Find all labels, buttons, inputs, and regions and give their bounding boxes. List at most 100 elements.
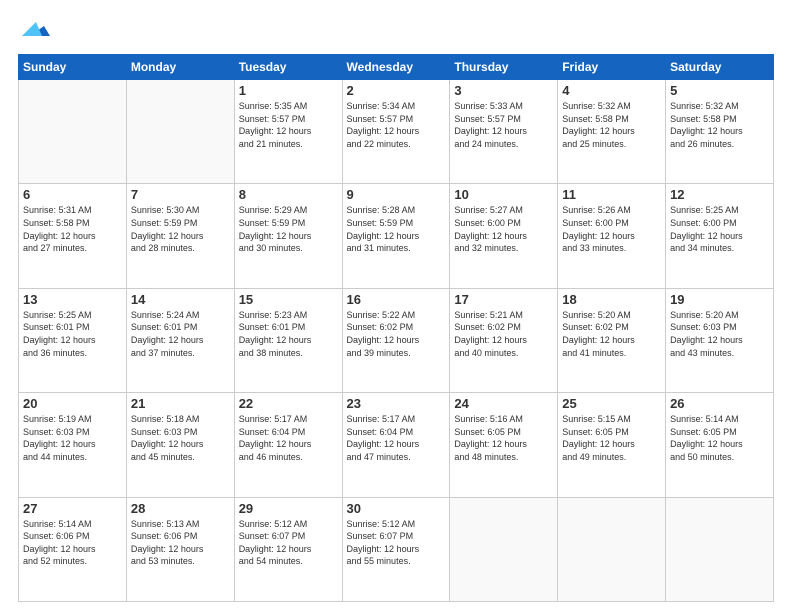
day-info: Sunrise: 5:14 AM Sunset: 6:06 PM Dayligh… [23, 518, 122, 568]
calendar-table: Sunday Monday Tuesday Wednesday Thursday… [18, 54, 774, 602]
calendar-cell: 22 Sunrise: 5:17 AM Sunset: 6:04 PM Dayli… [234, 393, 342, 497]
day-number: 23 [347, 396, 446, 411]
day-info: Sunrise: 5:12 AM Sunset: 6:07 PM Dayligh… [347, 518, 446, 568]
day-info: Sunrise: 5:14 AM Sunset: 6:05 PM Dayligh… [670, 413, 769, 463]
calendar-header-row: Sunday Monday Tuesday Wednesday Thursday… [19, 55, 774, 80]
day-number: 4 [562, 83, 661, 98]
day-number: 5 [670, 83, 769, 98]
day-number: 27 [23, 501, 122, 516]
day-number: 26 [670, 396, 769, 411]
col-sunday: Sunday [19, 55, 127, 80]
calendar-cell: 29 Sunrise: 5:12 AM Sunset: 6:07 PM Dayli… [234, 497, 342, 601]
day-info: Sunrise: 5:13 AM Sunset: 6:06 PM Dayligh… [131, 518, 230, 568]
calendar-cell: 19 Sunrise: 5:20 AM Sunset: 6:03 PM Dayli… [666, 288, 774, 392]
calendar-cell: 21Sunrise: 5:18 AM Sunset: 6:03 PM Dayli… [126, 393, 234, 497]
day-number: 18 [562, 292, 661, 307]
day-number: 29 [239, 501, 338, 516]
day-info: Sunrise: 5:20 AM Sunset: 6:03 PM Dayligh… [670, 309, 769, 359]
calendar-cell: 25 Sunrise: 5:15 AM Sunset: 6:05 PM Dayli… [558, 393, 666, 497]
calendar-week-row-1: 1Sunrise: 5:35 AM Sunset: 5:57 PM Daylig… [19, 80, 774, 184]
calendar-cell: 10 Sunrise: 5:27 AM Sunset: 6:00 PM Dayli… [450, 184, 558, 288]
day-number: 30 [347, 501, 446, 516]
day-number: 17 [454, 292, 553, 307]
calendar-cell: 16 Sunrise: 5:22 AM Sunset: 6:02 PM Dayli… [342, 288, 450, 392]
day-info: Sunrise: 5:17 AM Sunset: 6:04 PM Dayligh… [347, 413, 446, 463]
day-number: 7 [131, 187, 230, 202]
day-info: Sunrise: 5:25 AM Sunset: 6:00 PM Dayligh… [670, 204, 769, 254]
day-info: Sunrise: 5:23 AM Sunset: 6:01 PM Dayligh… [239, 309, 338, 359]
calendar-cell: 30 Sunrise: 5:12 AM Sunset: 6:07 PM Dayli… [342, 497, 450, 601]
calendar-cell: 11Sunrise: 5:26 AM Sunset: 6:00 PM Dayli… [558, 184, 666, 288]
calendar-cell [450, 497, 558, 601]
calendar-week-row-2: 6 Sunrise: 5:31 AM Sunset: 5:58 PM Daylig… [19, 184, 774, 288]
calendar-cell: 1Sunrise: 5:35 AM Sunset: 5:57 PM Daylig… [234, 80, 342, 184]
calendar-cell: 15Sunrise: 5:23 AM Sunset: 6:01 PM Dayli… [234, 288, 342, 392]
day-info: Sunrise: 5:25 AM Sunset: 6:01 PM Dayligh… [23, 309, 122, 359]
calendar-cell: 20Sunrise: 5:19 AM Sunset: 6:03 PM Dayli… [19, 393, 127, 497]
calendar-cell: 27 Sunrise: 5:14 AM Sunset: 6:06 PM Dayli… [19, 497, 127, 601]
day-info: Sunrise: 5:22 AM Sunset: 6:02 PM Dayligh… [347, 309, 446, 359]
day-number: 19 [670, 292, 769, 307]
day-number: 21 [131, 396, 230, 411]
calendar-cell: 17Sunrise: 5:21 AM Sunset: 6:02 PM Dayli… [450, 288, 558, 392]
day-number: 3 [454, 83, 553, 98]
calendar-cell: 12 Sunrise: 5:25 AM Sunset: 6:00 PM Dayli… [666, 184, 774, 288]
calendar-week-row-5: 27 Sunrise: 5:14 AM Sunset: 6:06 PM Dayli… [19, 497, 774, 601]
col-tuesday: Tuesday [234, 55, 342, 80]
day-info: Sunrise: 5:30 AM Sunset: 5:59 PM Dayligh… [131, 204, 230, 254]
calendar-cell [126, 80, 234, 184]
day-info: Sunrise: 5:32 AM Sunset: 5:58 PM Dayligh… [562, 100, 661, 150]
calendar-cell: 28 Sunrise: 5:13 AM Sunset: 6:06 PM Dayli… [126, 497, 234, 601]
calendar-cell: 8Sunrise: 5:29 AM Sunset: 5:59 PM Daylig… [234, 184, 342, 288]
calendar-week-row-4: 20Sunrise: 5:19 AM Sunset: 6:03 PM Dayli… [19, 393, 774, 497]
calendar-cell: 14 Sunrise: 5:24 AM Sunset: 6:01 PM Dayli… [126, 288, 234, 392]
day-number: 13 [23, 292, 122, 307]
calendar-cell: 13 Sunrise: 5:25 AM Sunset: 6:01 PM Dayli… [19, 288, 127, 392]
day-number: 25 [562, 396, 661, 411]
calendar-cell [666, 497, 774, 601]
calendar-cell: 26 Sunrise: 5:14 AM Sunset: 6:05 PM Dayli… [666, 393, 774, 497]
calendar-cell: 18 Sunrise: 5:20 AM Sunset: 6:02 PM Dayli… [558, 288, 666, 392]
day-number: 9 [347, 187, 446, 202]
day-number: 1 [239, 83, 338, 98]
day-info: Sunrise: 5:32 AM Sunset: 5:58 PM Dayligh… [670, 100, 769, 150]
day-info: Sunrise: 5:15 AM Sunset: 6:05 PM Dayligh… [562, 413, 661, 463]
calendar-cell: 6 Sunrise: 5:31 AM Sunset: 5:58 PM Daylig… [19, 184, 127, 288]
day-info: Sunrise: 5:31 AM Sunset: 5:58 PM Dayligh… [23, 204, 122, 254]
day-info: Sunrise: 5:26 AM Sunset: 6:00 PM Dayligh… [562, 204, 661, 254]
calendar-week-row-3: 13 Sunrise: 5:25 AM Sunset: 6:01 PM Dayli… [19, 288, 774, 392]
day-info: Sunrise: 5:34 AM Sunset: 5:57 PM Dayligh… [347, 100, 446, 150]
calendar-cell: 24Sunrise: 5:16 AM Sunset: 6:05 PM Dayli… [450, 393, 558, 497]
calendar-cell: 5 Sunrise: 5:32 AM Sunset: 5:58 PM Daylig… [666, 80, 774, 184]
day-info: Sunrise: 5:17 AM Sunset: 6:04 PM Dayligh… [239, 413, 338, 463]
day-number: 12 [670, 187, 769, 202]
day-info: Sunrise: 5:12 AM Sunset: 6:07 PM Dayligh… [239, 518, 338, 568]
col-thursday: Thursday [450, 55, 558, 80]
col-friday: Friday [558, 55, 666, 80]
page: Sunday Monday Tuesday Wednesday Thursday… [0, 0, 792, 612]
calendar-cell: 23 Sunrise: 5:17 AM Sunset: 6:04 PM Dayli… [342, 393, 450, 497]
col-saturday: Saturday [666, 55, 774, 80]
logo [18, 18, 52, 44]
calendar-cell: 4 Sunrise: 5:32 AM Sunset: 5:58 PM Daylig… [558, 80, 666, 184]
day-info: Sunrise: 5:24 AM Sunset: 6:01 PM Dayligh… [131, 309, 230, 359]
logo-icon [22, 14, 52, 44]
day-info: Sunrise: 5:33 AM Sunset: 5:57 PM Dayligh… [454, 100, 553, 150]
day-number: 14 [131, 292, 230, 307]
day-info: Sunrise: 5:29 AM Sunset: 5:59 PM Dayligh… [239, 204, 338, 254]
day-number: 6 [23, 187, 122, 202]
day-number: 10 [454, 187, 553, 202]
day-number: 28 [131, 501, 230, 516]
day-info: Sunrise: 5:20 AM Sunset: 6:02 PM Dayligh… [562, 309, 661, 359]
day-number: 16 [347, 292, 446, 307]
calendar-cell: 9Sunrise: 5:28 AM Sunset: 5:59 PM Daylig… [342, 184, 450, 288]
calendar-cell: 7 Sunrise: 5:30 AM Sunset: 5:59 PM Daylig… [126, 184, 234, 288]
day-number: 24 [454, 396, 553, 411]
day-info: Sunrise: 5:27 AM Sunset: 6:00 PM Dayligh… [454, 204, 553, 254]
day-number: 2 [347, 83, 446, 98]
header [18, 18, 774, 44]
day-number: 22 [239, 396, 338, 411]
calendar-cell [19, 80, 127, 184]
calendar-body: 1Sunrise: 5:35 AM Sunset: 5:57 PM Daylig… [19, 80, 774, 602]
day-number: 20 [23, 396, 122, 411]
